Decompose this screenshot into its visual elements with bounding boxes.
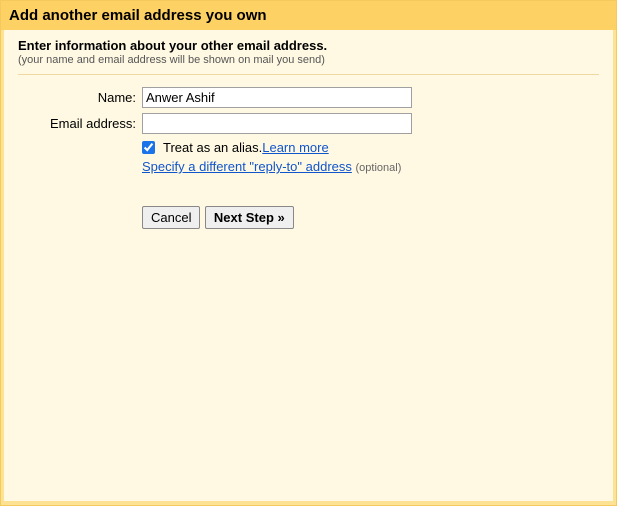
dialog-body: Enter information about your other email…	[4, 30, 613, 501]
cancel-button[interactable]: Cancel	[142, 206, 200, 229]
section-note: (your name and email address will be sho…	[18, 54, 599, 66]
alias-checkbox[interactable]	[142, 141, 155, 154]
separator	[18, 74, 599, 75]
alias-label: Treat as an alias.	[163, 140, 262, 155]
dialog-title: Add another email address you own	[1, 1, 616, 30]
name-row: Name:	[18, 87, 599, 108]
reply-to-optional: (optional)	[356, 162, 402, 174]
email-input[interactable]	[142, 113, 412, 134]
dialog-window: Add another email address you own Enter …	[0, 0, 617, 506]
name-input[interactable]	[142, 87, 412, 108]
section-heading: Enter information about your other email…	[18, 38, 599, 53]
learn-more-link[interactable]: Learn more	[262, 140, 328, 155]
name-label: Name:	[18, 90, 142, 105]
next-step-button[interactable]: Next Step »	[205, 206, 294, 229]
reply-to-link[interactable]: Specify a different "reply-to" address	[142, 159, 352, 174]
button-row: Cancel Next Step »	[142, 206, 599, 229]
email-row: Email address:	[18, 113, 599, 134]
email-label: Email address:	[18, 116, 142, 131]
reply-to-row: Specify a different "reply-to" address (…	[142, 159, 599, 174]
alias-row: Treat as an alias. Learn more	[18, 140, 599, 155]
